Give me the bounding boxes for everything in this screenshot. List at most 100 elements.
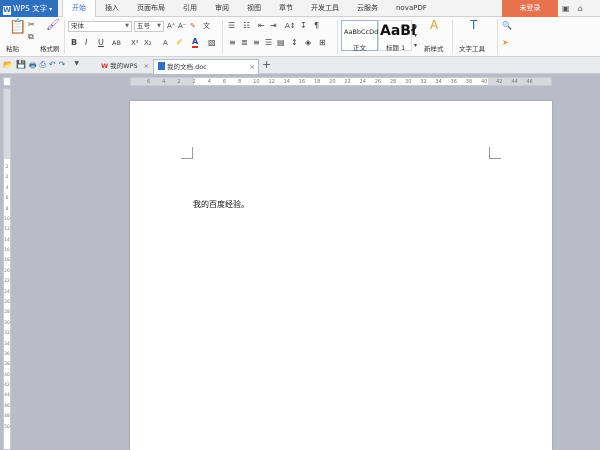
find-icon[interactable]: 🔍	[502, 21, 512, 31]
separator	[64, 20, 65, 54]
superscript-icon[interactable]: X²	[131, 38, 139, 48]
login-button[interactable]: 未登录	[502, 0, 558, 17]
document-body-text[interactable]: 我的百度经验。	[193, 199, 249, 210]
undo-icon[interactable]: ↶	[49, 60, 56, 74]
grow-font-icon[interactable]: A⁺	[167, 21, 175, 31]
tab-review[interactable]: 审阅	[206, 0, 238, 17]
select-icon[interactable]: ➤	[502, 38, 509, 48]
tab-my-wps[interactable]: W 我的WPS ×	[97, 59, 152, 74]
bold-icon[interactable]: B	[71, 38, 77, 48]
styles-scroll-icon[interactable]: ▴ ▾ ▾	[414, 21, 417, 51]
underline-icon[interactable]: U	[98, 38, 104, 48]
separator	[337, 20, 338, 54]
open-icon[interactable]: 📂	[3, 60, 13, 74]
quick-access-tools: 📂 💾 🖶 ⎙ ↶ ↷ ▼	[3, 60, 79, 74]
ruler-number: 12	[4, 227, 10, 233]
clear-format-icon[interactable]: ✎	[190, 21, 196, 31]
strikethrough-icon[interactable]: AB	[112, 38, 121, 48]
style-normal[interactable]: AaBbCcDd 正文	[341, 20, 378, 52]
skin-icon[interactable]: ▣	[562, 4, 570, 13]
new-tab-button[interactable]: +	[262, 58, 271, 71]
style-heading-1[interactable]: AaBł 标题 1	[378, 20, 416, 52]
numbering-icon[interactable]: ☷	[243, 21, 250, 31]
ruler-number: 20	[4, 268, 10, 274]
show-marks-icon[interactable]: ¶	[314, 21, 319, 31]
paste-button[interactable]: 粘贴	[6, 43, 19, 53]
app-menu-button[interactable]: W WPS 文字 ▾	[0, 0, 58, 17]
tab-home[interactable]: 开始	[62, 0, 96, 18]
font-size-select[interactable]: 五号 ▼	[134, 21, 164, 32]
new-style-button[interactable]: 新样式	[424, 43, 444, 53]
ruler-number: 34	[4, 341, 10, 347]
copy-icon[interactable]: ⧉	[28, 32, 34, 42]
tab-page-layout[interactable]: 页面布局	[128, 0, 174, 17]
font-name-select[interactable]: 宋体 ▼	[68, 21, 132, 32]
ruler-number: 22	[4, 279, 10, 285]
ruler-corner[interactable]	[3, 77, 11, 86]
vertical-ruler[interactable]: 2 2 4 6 8 10 12 14 16 18 20 22 24 26 28 30 32 34 36 38 40 42 4…	[3, 88, 11, 450]
customize-icon[interactable]: ▼	[74, 60, 79, 74]
font-effect-icon[interactable]: A	[163, 38, 168, 48]
tab-references[interactable]: 引用	[174, 0, 206, 17]
align-right-icon[interactable]: ≡	[253, 38, 260, 48]
ruler-number: 46	[4, 403, 10, 409]
document-icon	[158, 62, 165, 70]
italic-icon[interactable]: I	[85, 38, 87, 48]
font-color-icon[interactable]: A	[192, 38, 199, 48]
shrink-font-icon[interactable]: A⁻	[178, 21, 186, 31]
highlight-icon[interactable]: ✐	[176, 38, 183, 48]
pinyin-icon[interactable]: 文	[203, 21, 210, 31]
separator	[497, 20, 498, 54]
redo-icon[interactable]: ↷	[59, 60, 66, 74]
line-spacing-icon[interactable]: ↕	[291, 38, 298, 48]
tab-cloud[interactable]: 云服务	[348, 0, 387, 17]
ruler-number: 2	[5, 175, 9, 181]
ruler-number: 46	[526, 79, 533, 85]
tab-novapdf[interactable]: novaPDF	[387, 0, 436, 17]
help-icon[interactable]: ⌂	[578, 4, 583, 13]
save-icon[interactable]: 💾	[16, 60, 26, 74]
close-icon[interactable]: ×	[144, 59, 149, 73]
format-painter-button[interactable]: 格式刷	[40, 43, 60, 53]
print-preview-icon[interactable]: ⎙	[40, 60, 46, 74]
decrease-indent-icon[interactable]: ⇤	[258, 21, 265, 31]
print-icon[interactable]: 🖶	[29, 60, 37, 74]
text-direction-icon[interactable]: A↕	[285, 21, 296, 31]
ruler-number: 28	[4, 310, 10, 316]
ruler-number: 26	[4, 300, 10, 305]
char-shading-icon[interactable]: ▧	[208, 38, 216, 48]
tab-view[interactable]: 视图	[238, 0, 270, 17]
distribute-icon[interactable]: ▤	[277, 38, 285, 48]
quick-access-bar: 📂 💾 🖶 ⎙ ↶ ↷ ▼ W 我的WPS × 我的文档.doc × +	[0, 57, 600, 74]
paste-icon[interactable]: 📋	[9, 20, 26, 34]
text-tools-button[interactable]: 文字工具	[459, 43, 485, 53]
borders-icon[interactable]: ⊞	[319, 38, 326, 48]
align-left-icon[interactable]: ≡	[229, 38, 236, 48]
shading-icon[interactable]: ◈	[305, 38, 311, 48]
new-style-icon[interactable]: A	[430, 19, 438, 31]
horizontal-ruler[interactable]: 6 4 2 2 4 6 8 10 12 14 16 18 20 22 24 26 28 30 32 34 36 38 40 4…	[130, 77, 552, 86]
justify-icon[interactable]: ☰	[265, 38, 272, 48]
ruler-number: 38	[465, 79, 473, 85]
ruler-number: 44	[511, 79, 518, 85]
tab-developer[interactable]: 开发工具	[302, 0, 348, 17]
style-heading-label: 标题 1	[386, 44, 406, 52]
sort-icon[interactable]: ↧	[300, 21, 307, 31]
separator	[452, 20, 453, 54]
tab-document[interactable]: 我的文档.doc ×	[153, 59, 259, 74]
baidu-jingyan-watermark: Bai経验 jingyan.baidu.com	[455, 394, 595, 448]
tab-my-wps-label: 我的WPS	[110, 62, 138, 70]
increase-indent-icon[interactable]: ⇥	[270, 21, 277, 31]
cut-icon[interactable]: ✂	[28, 20, 35, 30]
text-tools-icon[interactable]: T	[470, 19, 477, 31]
tab-section[interactable]: 章节	[270, 0, 302, 17]
bullets-icon[interactable]: ☰	[228, 21, 235, 31]
tab-insert[interactable]: 插入	[96, 0, 128, 17]
ruler-number: 24	[4, 289, 10, 295]
subscript-icon[interactable]: X₂	[144, 38, 152, 48]
format-painter-icon[interactable]: 🖌	[46, 19, 60, 30]
ruler-number: 36	[4, 351, 10, 357]
align-center-icon[interactable]: ≣	[241, 38, 248, 48]
close-icon[interactable]: ×	[250, 60, 255, 74]
window-controls: ▣ ⌂	[562, 0, 583, 17]
